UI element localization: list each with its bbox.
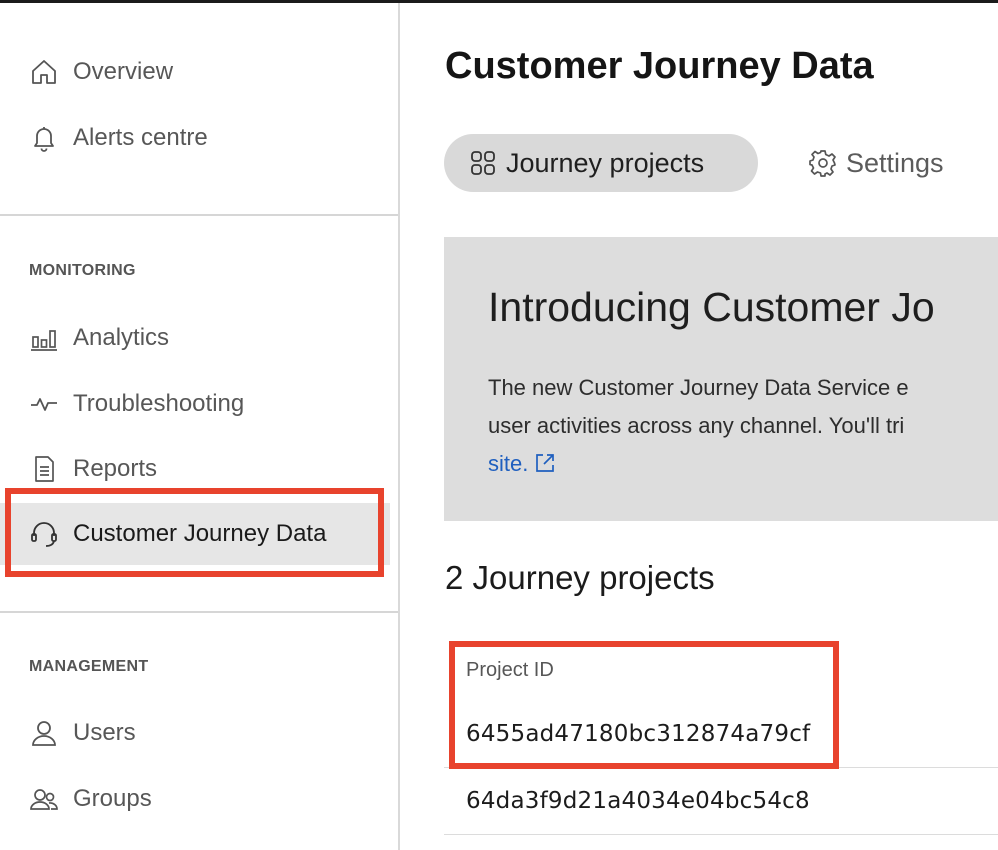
tab-journey-projects[interactable]: Journey projects bbox=[444, 134, 758, 192]
sidebar-item-analytics[interactable]: Analytics bbox=[0, 307, 390, 369]
sidebar-item-alerts-centre[interactable]: Alerts centre bbox=[0, 107, 390, 169]
main-content: Customer Journey Data Journey projects S… bbox=[400, 3, 998, 850]
column-header-project-id[interactable]: Project ID bbox=[444, 639, 998, 701]
sidebar-item-label: Reports bbox=[73, 455, 158, 482]
projects-table: Project ID 6455ad47180bc312874a79cf 64da… bbox=[444, 639, 998, 835]
sidebar-item-users[interactable]: Users bbox=[0, 702, 390, 764]
sidebar-item-label: Analytics bbox=[73, 324, 170, 351]
tab-settings[interactable]: Settings bbox=[808, 134, 944, 192]
grid-icon bbox=[468, 148, 498, 178]
external-link-icon bbox=[534, 448, 556, 486]
banner-text: The new Customer Journey Data Service e … bbox=[488, 369, 998, 483]
sidebar-item-label: Overview bbox=[73, 58, 174, 85]
section-title-management: MANAGEMENT bbox=[29, 658, 149, 675]
sidebar-item-label: Users bbox=[73, 719, 136, 746]
bell-icon bbox=[28, 122, 60, 154]
user-icon bbox=[28, 717, 60, 749]
sidebar-item-customer-journey-data[interactable]: Customer Journey Data bbox=[0, 503, 390, 565]
section-title-monitoring: MONITORING bbox=[29, 262, 136, 279]
sidebar-item-troubleshooting[interactable]: Troubleshooting bbox=[0, 373, 390, 435]
sidebar: Overview Alerts centre MONITORING Analyt… bbox=[0, 3, 400, 850]
table-row[interactable]: 64da3f9d21a4034e04bc54c8 bbox=[444, 767, 998, 835]
sidebar-divider bbox=[0, 611, 398, 613]
document-icon bbox=[28, 453, 60, 485]
sidebar-item-label: Groups bbox=[73, 785, 152, 812]
projects-count-heading: 2 Journey projects bbox=[445, 559, 715, 596]
sidebar-item-label: Customer Journey Data bbox=[73, 520, 327, 547]
pulse-icon bbox=[28, 388, 60, 420]
headset-icon bbox=[28, 518, 60, 550]
intro-banner: Introducing Customer Jo The new Customer… bbox=[444, 237, 998, 521]
banner-link[interactable]: site. bbox=[488, 451, 556, 476]
sidebar-divider bbox=[0, 214, 398, 216]
page-title: Customer Journey Data bbox=[445, 45, 874, 87]
table-row[interactable]: 6455ad47180bc312874a79cf bbox=[444, 701, 998, 767]
tab-label: Settings bbox=[846, 147, 944, 178]
banner-text-line: The new Customer Journey Data Service e bbox=[488, 375, 909, 400]
sidebar-item-overview[interactable]: Overview bbox=[0, 41, 390, 103]
banner-link-text: site. bbox=[488, 451, 529, 476]
sidebar-item-label: Troubleshooting bbox=[73, 390, 245, 417]
group-icon bbox=[28, 783, 60, 815]
banner-text-line: user activities across any channel. You'… bbox=[488, 413, 905, 438]
tab-label: Journey projects bbox=[506, 147, 705, 178]
sidebar-item-label: Alerts centre bbox=[73, 124, 208, 151]
banner-title: Introducing Customer Jo bbox=[488, 284, 935, 330]
bar-chart-icon bbox=[28, 322, 60, 354]
sidebar-item-groups[interactable]: Groups bbox=[0, 768, 390, 830]
sidebar-item-reports[interactable]: Reports bbox=[0, 438, 390, 500]
gear-icon bbox=[808, 148, 838, 178]
home-icon bbox=[28, 56, 60, 88]
